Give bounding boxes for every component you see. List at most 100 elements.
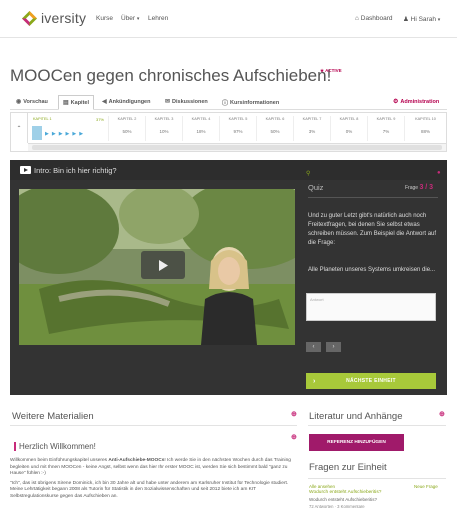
next-unit-button[interactable]: › NÄCHSTE EINHEIT — [306, 373, 436, 389]
video-title: Intro: Bin ich hier richtig? — [34, 166, 117, 175]
quiz-page-word: Frage — [405, 185, 419, 191]
chapter-item[interactable]: KAPITEL 10 88% — [405, 116, 446, 141]
megaphone-icon: ◀ — [102, 99, 107, 105]
video-frame[interactable] — [19, 189, 295, 345]
current-unit-marker[interactable] — [32, 126, 42, 140]
chapter-item[interactable]: KAPITEL 2 50% — [109, 116, 146, 141]
welcome-text-part: Willkommen beim Einführungskapitel unser… — [10, 458, 109, 463]
dashboard-label: Dashboard — [360, 15, 393, 22]
chapter-percent: 18% — [196, 129, 206, 134]
divider — [308, 197, 438, 198]
chapter-percent: 7% — [382, 129, 390, 134]
dashboard-link[interactable]: ⌂ Dashboard — [355, 15, 393, 22]
tab-diskussionen[interactable]: ✉ Diskussionen — [165, 98, 208, 106]
chevron-up-icon[interactable]: ⌃ — [11, 113, 28, 143]
add-material-icon[interactable]: ⊕ — [291, 410, 297, 418]
video-icon — [20, 166, 31, 174]
caret-down-icon: ▾ — [437, 17, 441, 23]
user-greeting: Hi Sarah — [410, 16, 436, 23]
divider — [10, 425, 297, 426]
chapter-strip: ⌃ KAPITEL 1 37% ▶▶▶▶▶▶ KAPITEL 2 50% KAPI… — [10, 112, 447, 152]
tab-label: Kursinformationen — [230, 99, 280, 106]
chapter-percent: 97% — [233, 129, 243, 134]
chapter-name: KAPITEL 2 — [117, 117, 137, 121]
nav-kurse[interactable]: Kurse — [96, 15, 113, 22]
logo-icon — [22, 10, 37, 26]
arrow-right-icon: › — [313, 377, 316, 385]
brand-name: iversity — [41, 10, 87, 26]
chapter-item[interactable]: KAPITEL 8 0% — [331, 116, 368, 141]
chapter-scrollbar[interactable] — [28, 143, 446, 151]
question-item-text: Wodurch entsteht Aufschieberitis? — [309, 497, 377, 502]
info-icon: ⓘ — [222, 101, 229, 107]
chapter-percent: 50% — [270, 129, 280, 134]
tab-label: Administration — [400, 98, 440, 105]
add-literature-icon[interactable]: ⊕ — [439, 410, 445, 418]
chapter-percent: 3% — [308, 129, 316, 134]
add-reference-button[interactable]: REFERENZ HINZUFÜGEN — [309, 434, 404, 451]
quiz-pager: Frage 3 / 3 — [405, 184, 433, 191]
chapter-percent: 0% — [345, 129, 353, 134]
chapter-name: KAPITEL 8 — [339, 117, 359, 121]
chapter-name: KAPITEL 10 — [415, 117, 436, 121]
welcome-text-bold: Anti-Aufschiebe-MOOCs — [108, 458, 165, 463]
literature-title: Literatur und Anhänge — [309, 411, 403, 422]
chapter-item[interactable]: KAPITEL 6 50% — [257, 116, 294, 141]
status-badge: ★ ACTIVE — [320, 68, 342, 74]
nav-ueber-label: Über — [121, 15, 136, 22]
unit-play-icons[interactable]: ▶▶▶▶▶▶ — [45, 131, 86, 137]
tab-vorschau[interactable]: ◉ Vorschau — [16, 98, 48, 106]
user-icon: ♟ — [403, 16, 409, 23]
prev-question-button[interactable]: ‹ — [306, 342, 321, 352]
chapter-percent: 10% — [159, 129, 169, 134]
caret-down-icon: ▾ — [136, 16, 140, 22]
star-icon: ★ — [320, 68, 325, 73]
user-menu[interactable]: ♟ Hi Sarah ▾ — [403, 15, 440, 23]
divider — [308, 425, 446, 426]
play-button[interactable] — [141, 251, 185, 279]
scrollbar-thumb[interactable] — [32, 145, 442, 150]
chapter-item[interactable]: KAPITEL 9 7% — [368, 116, 405, 141]
chapter-name: KAPITEL 5 — [228, 117, 248, 121]
chapter-item[interactable]: KAPITEL 7 3% — [294, 116, 331, 141]
quiz-text: Und zu guter Letzt gibt's natürlich auch… — [308, 213, 437, 246]
unit-player: Intro: Bin ich hier richtig? ⚲ ● Quiz Fr… — [10, 160, 447, 395]
materials-title: Weitere Materialien — [12, 411, 94, 422]
nav-lehren[interactable]: Lehren — [148, 15, 168, 22]
chapter-item[interactable]: KAPITEL 1 37% ▶▶▶▶▶▶ — [29, 116, 109, 141]
next-question-button[interactable]: › — [326, 342, 341, 352]
new-question-link[interactable]: Neue Frage — [414, 484, 438, 489]
lightbulb-icon: ⚲ — [306, 171, 311, 177]
chevron-right-icon: › — [332, 344, 335, 350]
brand-logo[interactable]: iversity — [22, 10, 86, 26]
chapter-name: KAPITEL 6 — [265, 117, 285, 121]
tab-kapitel[interactable]: ▤ Kapitel — [58, 95, 95, 110]
tab-label: Kapitel — [70, 99, 90, 106]
eye-icon: ◉ — [16, 99, 22, 105]
tab-ankuendigungen[interactable]: ◀ Ankündigungen — [102, 98, 150, 106]
bank-icon: ⌂ — [355, 15, 359, 22]
next-unit-label: NÄCHSTE EINHEIT — [346, 378, 396, 384]
tab-administration[interactable]: ⚙ Administration — [393, 98, 440, 106]
chapter-item[interactable]: KAPITEL 5 97% — [220, 116, 257, 141]
all-questions-link[interactable]: Alle ansehen — [309, 484, 335, 489]
chapter-item[interactable]: KAPITEL 4 18% — [183, 116, 220, 141]
film-icon: ▤ — [63, 100, 69, 106]
status-label: ACTIVE — [325, 68, 342, 73]
add-item-icon[interactable]: ⊕ — [291, 433, 297, 441]
page-title: MOOCen gegen chronisches Aufschieben! — [10, 66, 332, 85]
question-item-title[interactable]: Wodurch entsteht Aufschieberitis? — [309, 490, 381, 495]
chapter-name: KAPITEL 3 — [154, 117, 174, 121]
quiz-page-number: 3 / 3 — [419, 184, 434, 191]
answer-field[interactable]: Antwort — [306, 293, 436, 321]
nav-ueber[interactable]: Über ▾ — [121, 15, 139, 22]
chapter-item[interactable]: KAPITEL 3 10% — [146, 116, 183, 141]
quiz-label: Quiz — [308, 183, 324, 192]
play-icon — [159, 259, 168, 271]
tab-kursinformationen[interactable]: ⓘ Kursinformationen — [222, 98, 280, 108]
chapter-percent: 50% — [122, 129, 132, 134]
gear-icon: ⚙ — [393, 99, 399, 105]
divider — [308, 478, 446, 479]
chapter-name: KAPITEL 9 — [376, 117, 396, 121]
chapter-name: KAPITEL 4 — [191, 117, 211, 121]
